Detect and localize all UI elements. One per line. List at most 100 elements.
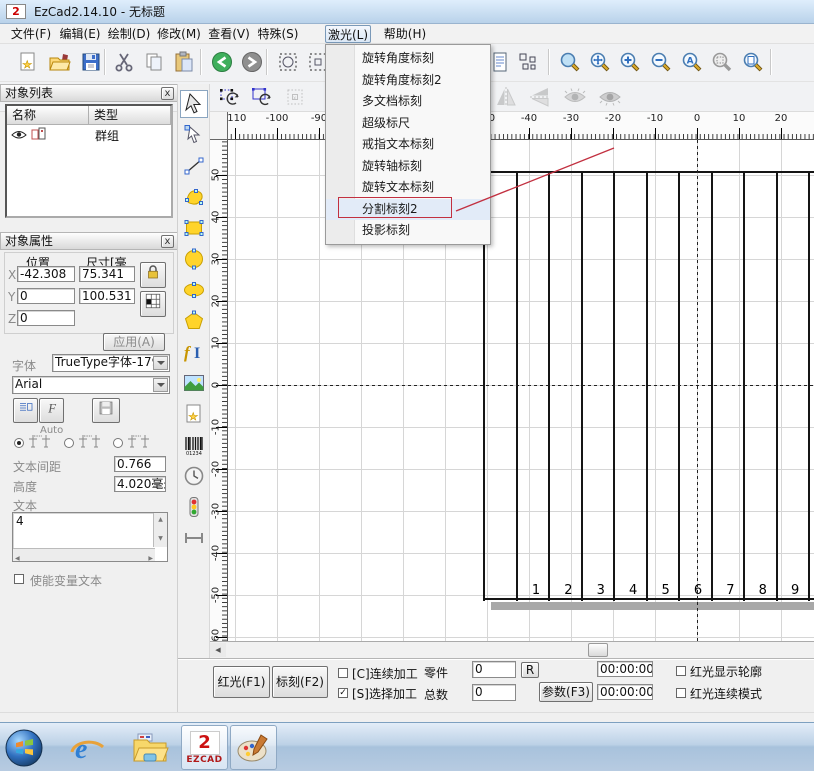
undo-button[interactable]: [208, 48, 236, 76]
zoom-window-button[interactable]: [556, 48, 584, 76]
scale-object-line[interactable]: [743, 171, 745, 601]
scale-object-bottom-rail[interactable]: [483, 598, 814, 600]
text-align-button[interactable]: [13, 398, 38, 423]
select-marquee-button[interactable]: [274, 48, 302, 76]
save-button[interactable]: [77, 48, 105, 76]
font-type-combo[interactable]: TrueType字体-179: [52, 354, 170, 372]
node-edit-tool[interactable]: [180, 121, 208, 149]
laser-menu-item-2[interactable]: 旋转角度标刻2: [326, 70, 490, 92]
enable-var-text-checkbox[interactable]: [14, 574, 24, 584]
paste-button[interactable]: [170, 48, 198, 76]
line-tool[interactable]: [180, 152, 208, 180]
menu-item-8[interactable]: 帮助(H): [382, 25, 428, 43]
laser-menu-item-7[interactable]: 旋转文本标刻: [326, 177, 490, 199]
anchor-grid-button[interactable]: [140, 291, 166, 317]
scale-object-line[interactable]: [776, 171, 778, 601]
mirror-vertical-button[interactable]: [526, 83, 554, 111]
bitmap-tool[interactable]: [180, 369, 208, 397]
horizontal-ruler[interactable]: -110-100-90-80-70-60-50-40-30-20-1001020: [228, 112, 814, 140]
font-style-button[interactable]: F: [39, 398, 64, 423]
polygon-tool[interactable]: [180, 307, 208, 335]
laser-menu-item-1[interactable]: 旋转角度标刻: [326, 48, 490, 70]
char-spacing-field[interactable]: 0.766: [114, 456, 166, 472]
close-icon[interactable]: x: [161, 87, 174, 100]
zoom-all-button[interactable]: A: [678, 48, 706, 76]
ext-axis-tool[interactable]: [180, 524, 208, 552]
red-light-button[interactable]: 红光(F1): [213, 666, 270, 698]
apply-button[interactable]: 应用(A): [103, 333, 165, 351]
taskbar-ezcad-button[interactable]: 2 EZCAD: [181, 725, 228, 770]
eye-icon[interactable]: [11, 128, 27, 144]
drawing-canvas[interactable]: 123456789: [228, 140, 814, 641]
mirror-horizontal-button[interactable]: [492, 83, 520, 111]
horizontal-scrollbar[interactable]: ◀: [210, 641, 814, 658]
preview-eye-button[interactable]: [561, 83, 589, 111]
continuous-checkbox[interactable]: [338, 668, 348, 678]
vertical-ruler[interactable]: 50403020100-10-20-30-40-50-60: [210, 140, 228, 641]
pos-y-field[interactable]: 0: [17, 288, 75, 304]
font-name-combo[interactable]: Arial: [12, 376, 170, 394]
reset-count-button[interactable]: R: [521, 662, 539, 678]
continuous-mode-checkbox[interactable]: [676, 688, 686, 698]
spacing-mode-radio-3[interactable]: [113, 438, 123, 448]
spacing-mode-radio-1[interactable]: [14, 438, 24, 448]
pan-view-button[interactable]: [586, 48, 614, 76]
start-button[interactable]: [4, 728, 44, 768]
copy-button[interactable]: [140, 48, 168, 76]
curve-tool[interactable]: [180, 183, 208, 211]
show-contour-checkbox[interactable]: [676, 666, 686, 676]
laser-menu-item-5[interactable]: 戒指文本标刻: [326, 134, 490, 156]
select-arrow-tool[interactable]: [180, 90, 208, 118]
spacing-mode-radio-2[interactable]: [64, 438, 74, 448]
scale-object-line[interactable]: [548, 171, 550, 601]
scale-object-top-rail[interactable]: [483, 171, 814, 173]
menu-item-3[interactable]: 绘制(D): [106, 25, 152, 43]
taskbar-paint-button[interactable]: [230, 725, 277, 770]
h-scrollbar[interactable]: ◀ ▶: [13, 548, 155, 561]
zoom-in-button[interactable]: [616, 48, 644, 76]
total-count-field[interactable]: 0: [472, 684, 516, 701]
chevron-down-icon[interactable]: [153, 378, 168, 392]
scale-object-line[interactable]: [678, 171, 680, 601]
group-dots-button[interactable]: [514, 48, 542, 76]
io-light-tool[interactable]: [180, 493, 208, 521]
menu-item-4[interactable]: 修改(M): [156, 25, 202, 43]
scale-object-line[interactable]: [613, 171, 615, 601]
preview-eye2-button[interactable]: [596, 83, 624, 111]
zoom-page-button[interactable]: [739, 48, 767, 76]
ellipse-tool[interactable]: [180, 276, 208, 304]
transform-rotate2-button[interactable]: [248, 83, 276, 111]
mark-button[interactable]: 标刻(F2): [272, 666, 328, 698]
rectangle-tool[interactable]: [180, 214, 208, 242]
ie-icon[interactable]: e: [68, 731, 106, 765]
size-x-field[interactable]: 75.341: [79, 266, 135, 282]
size-y-field[interactable]: 100.531: [79, 288, 135, 304]
column-header-name[interactable]: 名称: [7, 106, 89, 125]
zoom-out-button[interactable]: [647, 48, 675, 76]
text-tool[interactable]: fI: [180, 338, 208, 366]
scale-object-line[interactable]: [516, 171, 518, 601]
new-button[interactable]: [14, 48, 42, 76]
menu-item-5[interactable]: 查看(V): [206, 25, 252, 43]
height-field[interactable]: 4.020毫米: [114, 476, 166, 492]
scale-object-line[interactable]: [711, 171, 713, 601]
v-scrollbar[interactable]: ▲ ▼: [153, 513, 167, 547]
lock-ratio-button[interactable]: [140, 262, 166, 288]
text-input[interactable]: 4 ▲ ▼ ◀ ▶: [12, 512, 168, 562]
vector-file-tool[interactable]: [180, 400, 208, 428]
save-param-button[interactable]: [92, 398, 120, 423]
close-icon[interactable]: x: [161, 235, 174, 248]
pos-x-field[interactable]: -42.308: [17, 266, 75, 282]
laser-menu-item-3[interactable]: 多文档标刻: [326, 91, 490, 113]
laser-menu-item-4[interactable]: 超级标尺: [326, 113, 490, 135]
transform-rotate-button[interactable]: [216, 83, 244, 111]
scrollbar-thumb[interactable]: [588, 643, 608, 657]
menu-item-7[interactable]: 激光(L): [325, 25, 371, 43]
laser-menu-item-9[interactable]: 投影标刻: [326, 220, 490, 242]
scale-object-line[interactable]: [646, 171, 648, 601]
scale-object-line[interactable]: [808, 171, 810, 601]
cut-button[interactable]: [110, 48, 138, 76]
pos-z-field[interactable]: 0: [17, 310, 75, 326]
part-count-field[interactable]: 0: [472, 661, 516, 678]
barcode-tool[interactable]: 01234: [180, 431, 208, 459]
